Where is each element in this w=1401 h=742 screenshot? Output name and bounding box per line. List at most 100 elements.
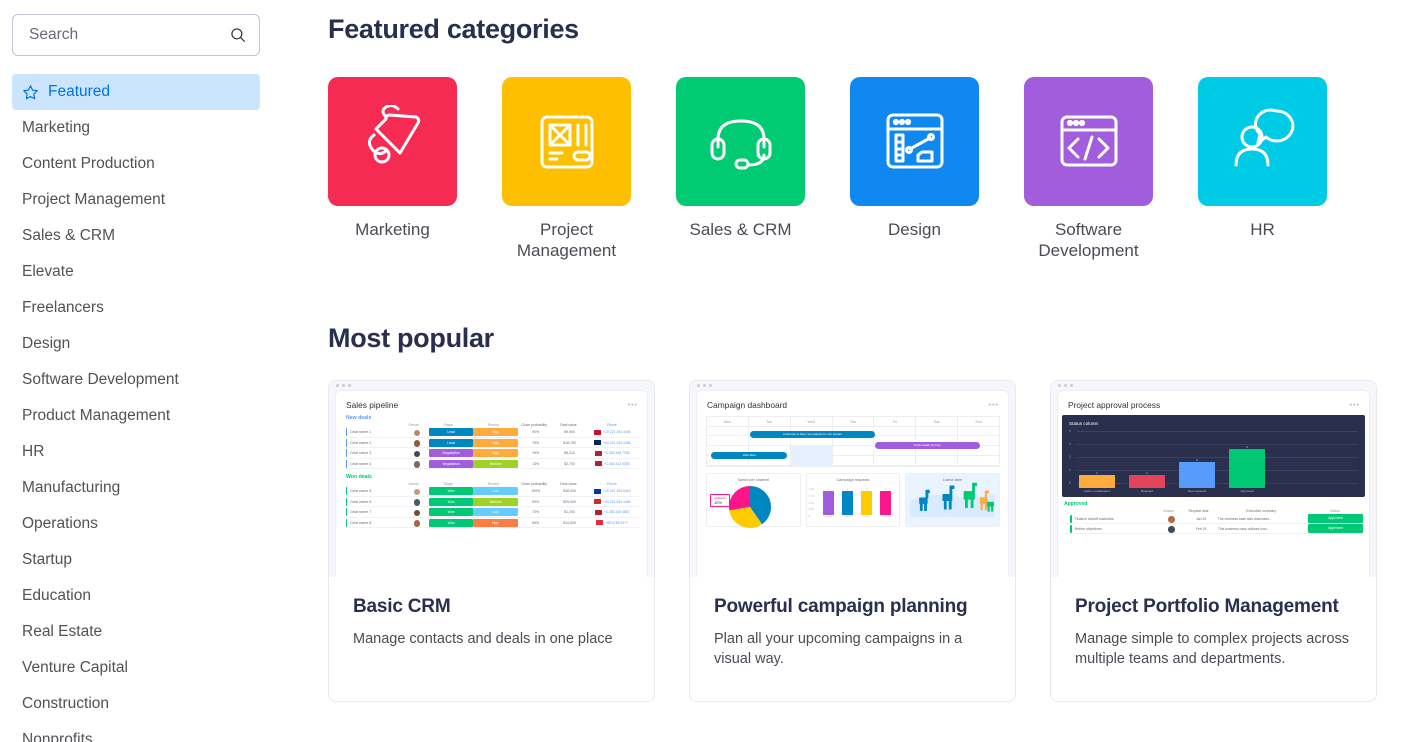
sidebar-item-content-production[interactable]: Content Production: [12, 146, 260, 182]
sidebar-item-featured[interactable]: Featured: [12, 74, 260, 110]
bar-label: Number: [824, 515, 833, 518]
calendar-day-header: Mon: [707, 417, 749, 426]
template-preview-sales-pipeline: ••• Sales pipeline New deals Owner Stage Pr…: [329, 381, 654, 577]
sidebar-item-software-development[interactable]: Software Development: [12, 362, 260, 398]
sidebar-item-freelancers[interactable]: Freelancers: [12, 290, 260, 326]
template-card-basic-crm[interactable]: ••• Sales pipeline New deals Owner Stage Pr…: [328, 380, 655, 702]
sidebar-item-label: Sales & CRM: [22, 227, 116, 244]
search-input[interactable]: [29, 26, 229, 44]
sidebar-item-design[interactable]: Design: [12, 326, 260, 362]
preview-widgets: Spend per channel Instagram 10% Campaign…: [706, 473, 1001, 528]
widget-title: Spend per channel: [737, 478, 770, 482]
sidebar-item-marketing[interactable]: Marketing: [12, 110, 260, 146]
category-label: Marketing: [355, 220, 430, 239]
category-hr[interactable]: HR: [1198, 77, 1327, 261]
category-sidebar: Featured Marketing Content Production Proje…: [0, 0, 270, 742]
phone-cell: +1 483 412 9393: [586, 461, 639, 467]
sidebar-item-education[interactable]: Education: [12, 578, 260, 614]
table-row[interactable]: Deal name 1 Lead High 90% $9,500 +20 221 254 …: [346, 428, 639, 438]
phone-cell: +65 6789 6777: [586, 520, 639, 526]
deal-name: Deal name 2: [350, 440, 372, 445]
category-software-development[interactable]: Software Development: [1024, 77, 1153, 261]
widget-llama-farm: Llama farm: [905, 473, 1001, 527]
sidebar-item-label: Content Production: [22, 155, 155, 172]
probability-cell: 90%: [532, 430, 540, 435]
deal-name: Deal name 1: [350, 430, 372, 435]
category-tile[interactable]: [328, 77, 457, 206]
category-tile[interactable]: [850, 77, 979, 206]
design-window-icon: [886, 113, 943, 168]
widget-spend-per-channel: Spend per channel Instagram 10%: [706, 473, 801, 528]
sidebar-item-venture-capital[interactable]: Venture Capital: [12, 650, 260, 686]
bar-label: Under consideration: [1083, 489, 1111, 493]
table-row[interactable]: Deal name 6 Won Medium 60% $25,900 +44 221 25…: [346, 497, 639, 507]
sidebar-item-real-estate[interactable]: Real Estate: [12, 614, 260, 650]
bar-label: Rejected: [1141, 489, 1153, 493]
probability-cell: 13%: [532, 461, 540, 466]
card-title: Basic CRM: [353, 596, 451, 617]
sidebar-item-sales-crm[interactable]: Sales & CRM: [12, 218, 260, 254]
status-cell: Approved: [1308, 514, 1364, 523]
sidebar-item-product-management[interactable]: Product Management: [12, 398, 260, 434]
table-row[interactable]: Finalize kickoff materials Jan 29 The busi…: [1064, 514, 1364, 524]
table-row[interactable]: Deal name 8 Won High 85% $14,500 +65 6789 677…: [346, 518, 639, 528]
category-tile[interactable]: [502, 77, 631, 206]
code-window-icon: [1060, 115, 1117, 166]
llama-illustration: [910, 482, 995, 518]
bar-label: Approved: [1240, 489, 1254, 493]
table-row[interactable]: Refine objectives Feb 19 This business cas…: [1064, 524, 1364, 534]
template-card-campaign-planning[interactable]: ••• Campaign dashboard Mon Tue Wed Thu Fri Sa…: [689, 380, 1016, 702]
preview-menu-icon: •••: [627, 402, 638, 409]
status-bar-chart: 0 1 2 3 4 1 Under consideration 1 Rejected 2 New …: [1069, 429, 1358, 493]
value-cell: $1,200: [564, 510, 575, 515]
sidebar-item-startup[interactable]: Startup: [12, 542, 260, 578]
deal-name: Deal name 4: [350, 461, 372, 466]
category-project-management[interactable]: Project Management: [502, 77, 631, 261]
category-design[interactable]: Design: [850, 77, 979, 261]
category-tile[interactable]: [1024, 77, 1153, 206]
table-header: Owner Stage Priority Close probability Deal …: [336, 421, 647, 428]
window-dots-icon: [1058, 384, 1073, 387]
widget-title: Llama farm: [943, 478, 963, 482]
headset-icon: [710, 119, 771, 169]
search-box[interactable]: [12, 14, 260, 56]
table-row[interactable]: Deal name 4 Negotiation Medium 13% $2,700 +1 …: [346, 459, 639, 469]
value-cell: $9,500: [564, 430, 575, 435]
template-card-project-portfolio[interactable]: ••• Project approval process Status colu…: [1050, 380, 1377, 702]
category-sales-crm[interactable]: Sales & CRM: [676, 77, 805, 261]
sidebar-item-label: Software Development: [22, 371, 179, 388]
table-row[interactable]: Deal name 3 Negotiation High 15% $5,210 +1 28…: [346, 449, 639, 459]
category-marketing[interactable]: Marketing: [328, 77, 457, 261]
sidebar-item-operations[interactable]: Operations: [12, 506, 260, 542]
table-row[interactable]: Deal name 2 Lead High 75% $18,750 +44 221 254…: [346, 438, 639, 448]
most-popular-cards: ••• Sales pipeline New deals Owner Stage Pr…: [328, 380, 1401, 702]
category-tile[interactable]: [1198, 77, 1327, 206]
column-header: Request date: [1188, 509, 1209, 513]
category-label: Design: [888, 220, 941, 239]
sidebar-item-elevate[interactable]: Elevate: [12, 254, 260, 290]
main-content: Featured categories Marketing Project Man…: [270, 0, 1401, 742]
sidebar-item-manufacturing[interactable]: Manufacturing: [12, 470, 260, 506]
value-cell: $38,000: [563, 489, 576, 494]
table-row[interactable]: Deal name 5 Won Low 100% $38,000 +20 221 254 …: [346, 487, 639, 497]
sidebar-item-label: Manufacturing: [22, 479, 121, 496]
calendar-day-header: Sun: [975, 419, 982, 424]
featured-categories-row: Marketing Project Management Sales & CRM De…: [328, 77, 1401, 261]
sidebar-item-project-management[interactable]: Project Management: [12, 182, 260, 218]
table-row[interactable]: Deal name 7 Won Low 70% $1,200 +1 283 445 456…: [346, 508, 639, 518]
sidebar-item-nonprofits[interactable]: Nonprofits: [12, 722, 260, 742]
search-icon: [231, 28, 245, 42]
owner-avatar: [406, 514, 429, 532]
sidebar-item-construction[interactable]: Construction: [12, 686, 260, 722]
sidebar-item-hr[interactable]: HR: [12, 434, 260, 470]
chart-title: Status column: [1069, 421, 1099, 426]
deal-name: Deal name 8: [350, 520, 372, 525]
probability-cell: 70%: [532, 510, 540, 515]
probability-cell: 75%: [532, 440, 540, 445]
priority-cell: High: [473, 438, 518, 447]
card-description: Plan all your upcoming campaigns in a vi…: [714, 631, 963, 667]
value-cell: $5,210: [564, 451, 575, 456]
category-tile[interactable]: [676, 77, 805, 206]
column-header: Close probability: [521, 423, 548, 427]
y-tick: 4: [1069, 429, 1071, 433]
